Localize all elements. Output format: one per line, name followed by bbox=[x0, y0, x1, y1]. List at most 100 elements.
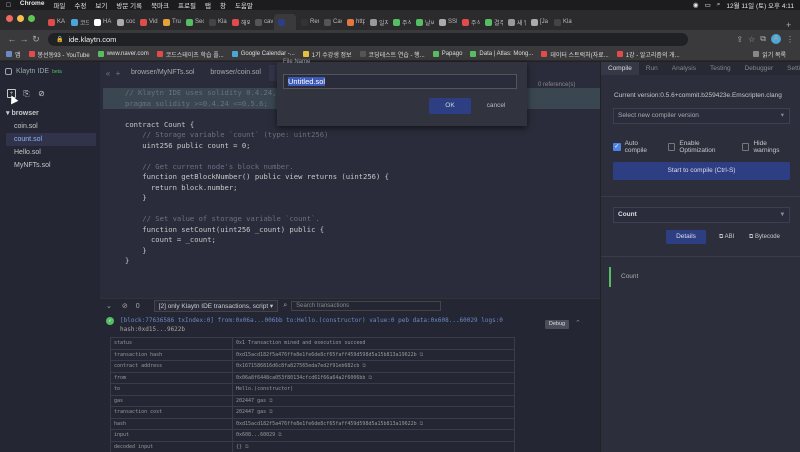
copy-icon[interactable]: ⧉ bbox=[420, 421, 424, 427]
browser-tab[interactable]: 코드 bbox=[67, 14, 89, 30]
copy-icon[interactable]: ⧉ bbox=[278, 432, 282, 438]
link-icon[interactable]: ⊘ bbox=[37, 89, 46, 98]
share-icon[interactable]: ⇪ bbox=[736, 35, 743, 44]
browser-tab[interactable]: 주식 bbox=[389, 14, 411, 30]
browser-tab[interactable]: [Ja bbox=[527, 14, 549, 30]
tx-summary[interactable]: [block:77636586 txIndex:0] from:0x06a...… bbox=[106, 316, 576, 325]
menu-item[interactable]: 파일 bbox=[53, 0, 65, 10]
tab-settings[interactable]: Settings bbox=[780, 62, 800, 75]
star-icon[interactable]: ☆ bbox=[748, 35, 755, 44]
file-item[interactable]: count.sol bbox=[6, 133, 96, 146]
browser-tab[interactable]: 결주 bbox=[481, 14, 503, 30]
browser-tab[interactable]: coc bbox=[113, 14, 135, 30]
browser-tab[interactable]: Kla bbox=[205, 14, 227, 30]
browser-tab[interactable]: KA bbox=[44, 14, 66, 30]
transaction-filter-select[interactable]: [2] only Klaytn IDE transactions, script… bbox=[153, 300, 279, 312]
search-icon[interactable]: ⌕ bbox=[717, 1, 721, 9]
bookmark-item[interactable]: 앱 bbox=[6, 50, 21, 59]
menu-item[interactable]: 도움말 bbox=[235, 0, 253, 10]
wifi-icon[interactable]: ◉ bbox=[693, 1, 699, 9]
browser-tab[interactable]: 날씨 bbox=[412, 14, 434, 30]
optimization-checkbox[interactable] bbox=[667, 143, 676, 151]
compiler-version-select[interactable]: Select new compiler version ▾ bbox=[613, 108, 790, 124]
forward-icon[interactable]: → bbox=[18, 34, 30, 44]
contract-select[interactable]: Count ▾ bbox=[613, 207, 790, 223]
browser-tab[interactable]: Vid bbox=[136, 14, 158, 30]
chevron-up-icon[interactable]: ⌃ bbox=[575, 319, 581, 327]
minimize-window-icon[interactable] bbox=[17, 15, 24, 22]
browser-tab[interactable]: 해외 bbox=[228, 14, 250, 30]
browser-tab[interactable]: Sec bbox=[182, 14, 204, 30]
menu-item[interactable]: 탭 bbox=[205, 0, 211, 10]
browser-tab[interactable]: HA bbox=[90, 14, 112, 30]
bookmark-item[interactable]: 봉선동93 - YouTube bbox=[28, 50, 90, 59]
deployed-contract-item[interactable]: Count bbox=[609, 267, 794, 287]
new-tab-icon[interactable]: + bbox=[786, 20, 800, 30]
bookmark-item[interactable]: 1강 - 알고리즘의 개... bbox=[616, 50, 680, 59]
abi-button[interactable]: ⧉ ABI bbox=[719, 230, 734, 244]
browser-tab[interactable]: Tru bbox=[159, 14, 181, 30]
tab-testing[interactable]: Testing bbox=[703, 62, 738, 75]
file-name-input[interactable]: Untitled.sol bbox=[283, 74, 517, 89]
browser-tab[interactable]: SSI bbox=[435, 14, 457, 30]
apple-icon[interactable]:  bbox=[6, 2, 11, 9]
debug-button[interactable]: Debug bbox=[545, 320, 569, 329]
compile-button[interactable]: Start to compile (Ctrl-S) bbox=[613, 162, 790, 180]
back-icon[interactable]: ← bbox=[6, 34, 18, 44]
clear-icon[interactable]: ⊘ bbox=[122, 302, 128, 310]
editor-tab[interactable]: browser/MyNFTs.sol bbox=[123, 65, 202, 81]
add-local-file-icon[interactable]: ⎘ bbox=[22, 89, 31, 98]
file-item[interactable]: coin.sol bbox=[6, 120, 96, 133]
search-transactions-input[interactable]: Search transactions bbox=[291, 301, 442, 311]
browser-tab[interactable]: Klay bbox=[550, 14, 572, 30]
editor-tab[interactable]: browser/coin.sol bbox=[202, 65, 269, 81]
bookmark-item[interactable]: 1기 수강생 정보 bbox=[302, 50, 352, 59]
tab-analysis[interactable]: Analysis bbox=[665, 62, 703, 75]
bookmark-item[interactable]: www.naver.com bbox=[97, 50, 149, 59]
folder-browser[interactable]: ▾ browser bbox=[6, 107, 96, 120]
copy-icon[interactable]: ⧉ bbox=[368, 375, 372, 381]
collapse-panel-icon[interactable]: « bbox=[103, 69, 113, 78]
close-window-icon[interactable] bbox=[6, 15, 13, 22]
profile-avatar[interactable]: A bbox=[771, 34, 781, 44]
browser-tab[interactable]: 일지 bbox=[366, 14, 388, 30]
bookmark-item[interactable]: 코딩테스트 연습 - 행... bbox=[359, 50, 425, 59]
bookmark-item[interactable]: 데이터 스트럭처(자료... bbox=[541, 50, 609, 59]
copy-icon[interactable]: ⧉ bbox=[362, 363, 366, 369]
browser-tab[interactable]: 주식 bbox=[458, 14, 480, 30]
bookmark-item[interactable]: 코드스테이츠 학습 플... bbox=[156, 50, 224, 59]
reading-list[interactable]: 읽기 목록 bbox=[753, 50, 794, 59]
auto-compile-option[interactable]: ✓ Auto compile bbox=[613, 140, 660, 154]
menu-dots-icon[interactable]: ⋮ bbox=[786, 35, 794, 44]
copy-icon[interactable]: ⧉ bbox=[269, 398, 273, 404]
copy-icon[interactable]: ⧉ bbox=[269, 409, 273, 415]
menu-item[interactable]: 프로필 bbox=[178, 0, 196, 10]
reload-icon[interactable]: ↻ bbox=[30, 34, 42, 45]
file-item[interactable]: Hello.sol bbox=[6, 146, 96, 159]
details-button[interactable]: Details bbox=[666, 230, 706, 244]
copy-icon[interactable]: ⧉ bbox=[420, 352, 424, 358]
battery-icon[interactable]: ▭ bbox=[705, 1, 711, 9]
bookmark-item[interactable]: Google Calendar -... bbox=[231, 50, 295, 59]
ok-button[interactable]: OK bbox=[429, 98, 471, 114]
browser-tab[interactable]: Cav bbox=[320, 14, 342, 30]
copy-icon[interactable]: ⧉ bbox=[245, 444, 249, 450]
browser-tab[interactable]: 새 탭 bbox=[504, 14, 526, 30]
menu-item[interactable]: 수정 bbox=[74, 0, 86, 10]
bookmark-item[interactable]: Papago bbox=[432, 50, 462, 59]
menu-item[interactable]: 보기 bbox=[95, 0, 107, 10]
browser-tab[interactable]: http bbox=[343, 14, 365, 30]
menu-item[interactable]: 방문 기록 bbox=[116, 0, 142, 10]
browser-tab[interactable]: Ren bbox=[297, 14, 319, 30]
zoom-in-icon[interactable]: + bbox=[113, 69, 123, 78]
menubar-datetime[interactable]: 12월 11일 (토) 오후 4:11 bbox=[726, 0, 794, 10]
browser-tab[interactable] bbox=[274, 14, 296, 30]
menu-item[interactable]: 창 bbox=[220, 0, 226, 10]
file-item[interactable]: MyNFTs.sol bbox=[6, 159, 96, 172]
bookmark-item[interactable]: Data | Atlas: Mong... bbox=[470, 50, 533, 59]
bytecode-button[interactable]: ⧉ Bytecode bbox=[749, 230, 780, 244]
url-bar[interactable]: 🔒 ide.klaytn.com bbox=[48, 32, 688, 46]
hide-warnings-checkbox[interactable] bbox=[741, 143, 750, 151]
maximize-window-icon[interactable] bbox=[28, 15, 35, 22]
auto-compile-checkbox[interactable]: ✓ bbox=[613, 143, 621, 151]
